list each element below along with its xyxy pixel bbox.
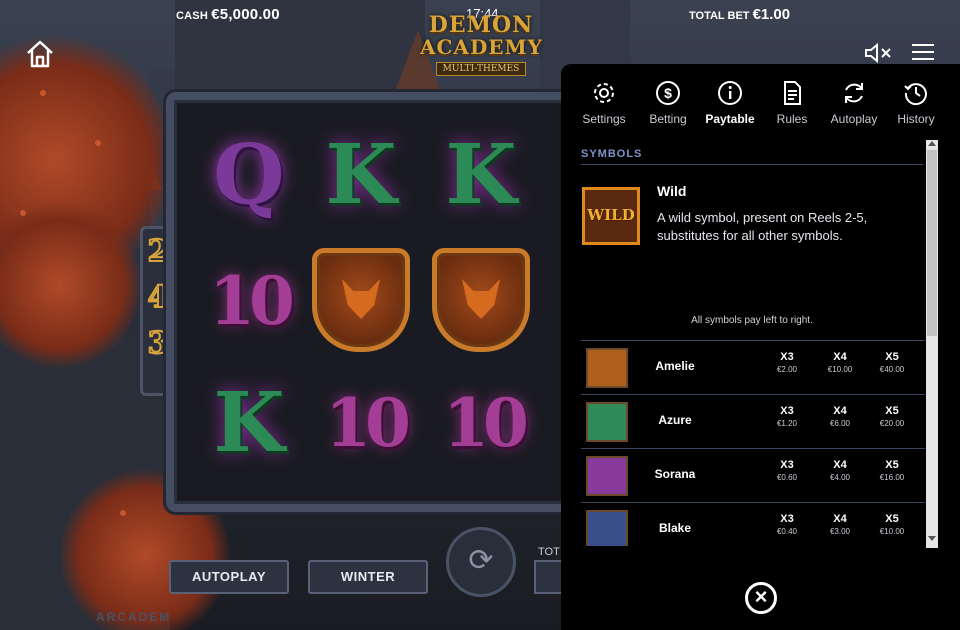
symbol-name: Blake (658, 521, 692, 535)
document-icon (784, 81, 801, 105)
logo-line-1: DEMON (428, 12, 534, 38)
payout-value: €0.40 (776, 527, 798, 536)
tab-label: Betting (649, 112, 687, 126)
home-icon[interactable] (24, 38, 56, 70)
refresh-icon (845, 83, 863, 103)
payout-value: €6.00 (829, 419, 851, 428)
paytable-row: Amelie X3 €2.00 X4 €10.00 X5 €40.00 (581, 340, 925, 394)
symbol-name: Amelie (655, 359, 695, 373)
pay-direction-note: All symbols pay left to right. (691, 315, 813, 326)
hamburger-menu-icon[interactable] (912, 44, 934, 62)
symbol-thumbnail (586, 456, 628, 496)
brand-logo: ARCADEM (96, 610, 172, 624)
payout-value: €16.00 (879, 473, 905, 482)
multiplier-label: X3 (780, 405, 794, 417)
spin-button[interactable]: ⟳ (446, 527, 516, 597)
history-icon (904, 83, 927, 106)
gear-icon (594, 83, 614, 103)
symbol-name: Azure (658, 413, 692, 427)
paytable-row: Azure X3 €1.20 X4 €6.00 X5 €20.00 (581, 394, 925, 448)
reel-symbol: 10 (443, 384, 529, 462)
multiplier-label: X4 (833, 513, 847, 525)
reel-grid: Q 10 K K 10 K 10 (166, 92, 596, 512)
wild-icon-text: WILD (587, 206, 635, 224)
total-bet-display: TOTAL BET €1.00 (689, 6, 790, 23)
tab-label: History (897, 112, 935, 126)
multiplier-label: X5 (885, 513, 899, 525)
payout-value: €1.20 (776, 419, 798, 428)
symbol-thumbnail (586, 510, 628, 546)
paytable-panel: Settings $ Betting Paytable Rules Autopl… (561, 64, 960, 630)
tab-betting[interactable]: $ Betting (637, 80, 699, 126)
multiplier-label: X3 (780, 351, 794, 363)
total-bet-fragment: TOT (538, 546, 560, 558)
multiplier-label: X5 (885, 405, 899, 417)
payout-value: €10.00 (879, 527, 905, 536)
logo-subtitle: MULTI-THEMES (435, 62, 527, 76)
payout-value: €3.00 (829, 527, 851, 536)
reel-symbol: K (325, 127, 397, 223)
payout-value: €40.00 (879, 365, 905, 374)
scroll-up-arrow-icon[interactable] (928, 141, 936, 146)
payout-value: €20.00 (879, 419, 905, 428)
payout-value: €2.00 (776, 365, 798, 374)
paytable-row: Sorana X3 €0.60 X4 €4.00 X5 €16.00 (581, 448, 925, 502)
fox-shield-symbol (312, 248, 410, 352)
symbol-thumbnail (586, 348, 628, 388)
tab-label: Rules (776, 112, 808, 126)
symbol-name: Sorana (654, 467, 696, 481)
multiplier-label: X5 (885, 459, 899, 471)
cash-label: CASH (176, 10, 208, 22)
spin-icon: ⟳ (468, 544, 494, 577)
fox-shield-symbol (432, 248, 530, 352)
info-icon (718, 81, 742, 105)
tab-paytable[interactable]: Paytable (699, 80, 761, 126)
close-icon[interactable]: × (745, 582, 777, 614)
tab-label: Paytable (705, 112, 755, 126)
svg-text:$: $ (664, 85, 672, 101)
wild-name: Wild (657, 183, 687, 199)
total-bet-label: TOTAL BET (689, 10, 750, 22)
multiplier-label: X4 (833, 351, 847, 363)
payout-value: €4.00 (829, 473, 851, 482)
paytable-row: Blake X3 €0.40 X4 €3.00 X5 €10.00 (581, 502, 925, 546)
multiplier-label: X5 (885, 351, 899, 363)
multiplier-label: X3 (780, 459, 794, 471)
speaker-muted-icon[interactable] (864, 42, 894, 64)
tab-label: Autoplay (830, 112, 878, 126)
panel-tabs: Settings $ Betting Paytable Rules Autopl… (561, 64, 960, 138)
theme-button[interactable]: WINTER (308, 560, 428, 594)
scroll-down-arrow-icon[interactable] (928, 536, 936, 541)
symbol-thumbnail (586, 402, 628, 442)
multiplier-label: X3 (780, 513, 794, 525)
tab-settings[interactable]: Settings (573, 80, 635, 126)
payout-value: €0.60 (776, 473, 798, 482)
bet-button-fragment[interactable] (534, 560, 564, 594)
game-logo: DEMON ACADEMY MULTI-THEMES (420, 14, 542, 104)
wild-description: A wild symbol, present on Reels 2-5, sub… (657, 210, 868, 243)
reel-symbol: 10 (209, 262, 295, 340)
autoplay-button[interactable]: AUTOPLAY (169, 560, 289, 594)
reel-symbol: K (445, 127, 517, 223)
multiplier-label: X4 (833, 459, 847, 471)
tab-label: Settings (582, 112, 626, 126)
multiplier-label: X4 (833, 405, 847, 417)
paytable-list[interactable]: Amelie X3 €2.00 X4 €10.00 X5 €40.00 Azure X… (581, 340, 925, 546)
payout-value: €10.00 (827, 365, 853, 374)
logo-line-2: ACADEMY (420, 35, 543, 59)
reel-symbol: K (213, 375, 285, 471)
scrollbar-thumb[interactable] (927, 150, 937, 336)
tab-rules[interactable]: Rules (761, 80, 823, 126)
section-title: SYMBOLS (581, 148, 923, 165)
reel-symbol: 10 (325, 384, 411, 462)
dollar-icon: $ (656, 81, 680, 105)
tab-history[interactable]: History (885, 80, 947, 126)
wild-symbol-icon: WILD (582, 187, 640, 245)
cash-value: €5,000.00 (211, 6, 280, 23)
tab-autoplay[interactable]: Autoplay (823, 80, 885, 126)
reel-symbol: Q (213, 127, 285, 223)
cash-display: CASH €5,000.00 (176, 6, 280, 23)
total-bet-value: €1.00 (752, 6, 791, 23)
